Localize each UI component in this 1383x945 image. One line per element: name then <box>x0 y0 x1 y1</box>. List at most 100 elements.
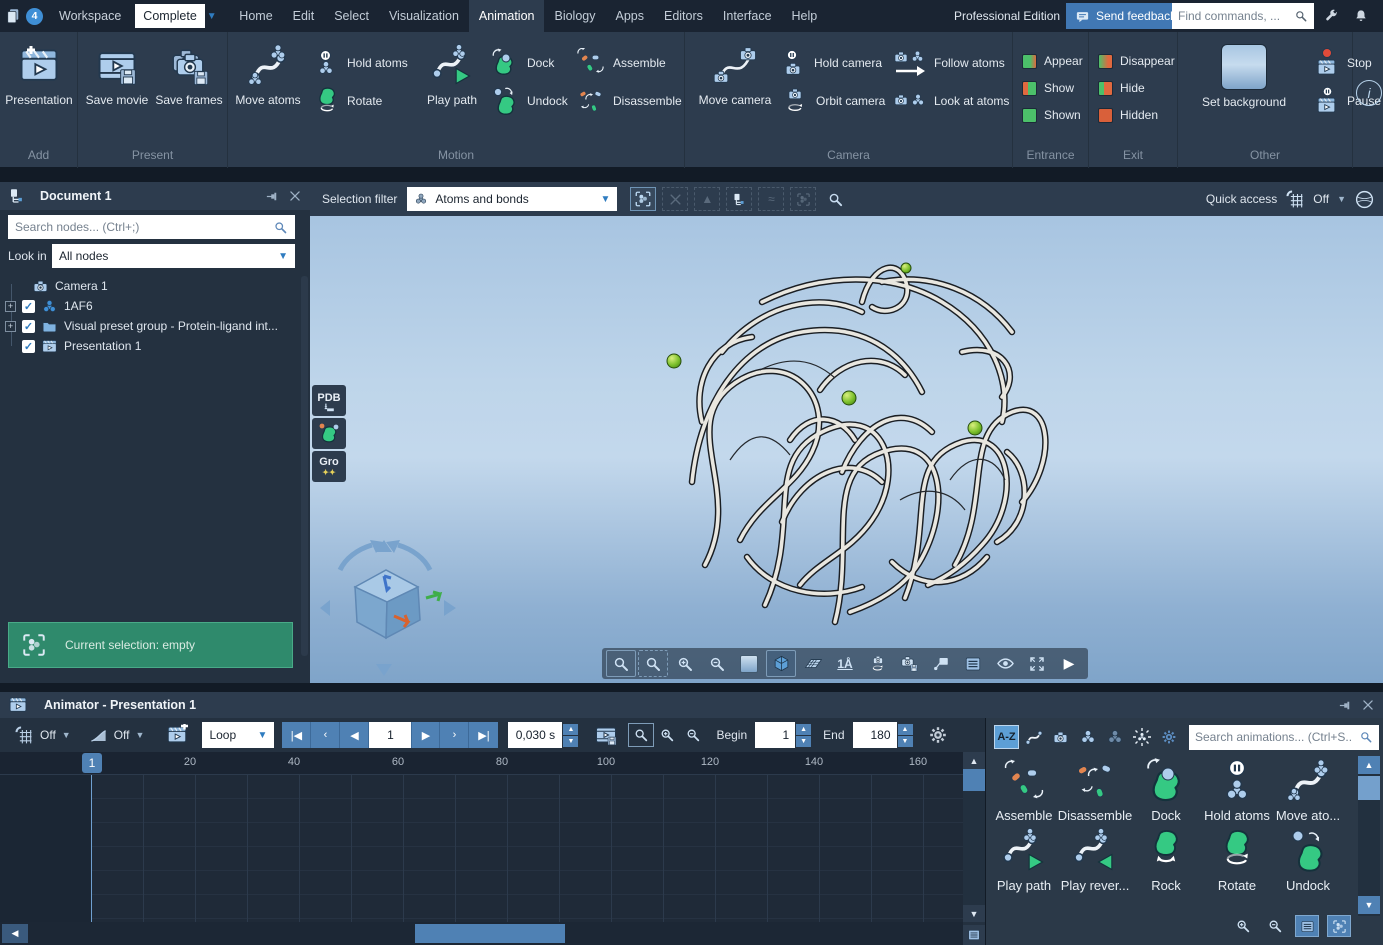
assemble-button[interactable]: Assemble <box>576 48 666 78</box>
deselect-button[interactable] <box>662 187 688 211</box>
workspace-select[interactable]: Complete ▼ <box>135 4 205 28</box>
move-atoms-button[interactable]: Move atoms <box>232 44 304 107</box>
filter-light-icon[interactable] <box>1129 725 1154 749</box>
tab-interface[interactable]: Interface <box>713 0 782 32</box>
tab-help[interactable]: Help <box>782 0 828 32</box>
document-panel-header[interactable]: Document 1 <box>0 182 310 210</box>
snapshot-button[interactable] <box>894 650 924 677</box>
timeline-grid[interactable] <box>0 775 963 922</box>
palette-graph-view-button[interactable] <box>1327 915 1351 937</box>
overlay-text-button[interactable] <box>958 650 988 677</box>
move-camera-button[interactable]: Move camera <box>695 44 775 107</box>
palette-item-move-atoms[interactable]: Move ato... <box>1275 758 1341 823</box>
palette-item-assemble[interactable]: Assemble <box>991 758 1057 823</box>
frame-time-spinner[interactable]: ▲▼ <box>563 724 578 747</box>
chevron-down-icon[interactable]: ▼ <box>1337 194 1346 204</box>
hold-atoms-button[interactable]: Hold atoms <box>314 48 408 78</box>
checkbox[interactable]: ✓ <box>22 300 35 313</box>
go-last-frame-button[interactable]: ▶| <box>469 722 498 748</box>
select-connected-button[interactable] <box>726 187 752 211</box>
rotate-button[interactable]: Rotate <box>314 86 382 116</box>
loop-mode-select[interactable]: Loop ▼ <box>202 722 274 748</box>
orientation-cube-button[interactable] <box>766 650 796 677</box>
animator-settings-gear-icon[interactable] <box>927 724 949 746</box>
ease-ramp-icon[interactable] <box>89 726 108 745</box>
sort-az-button[interactable]: A-Z <box>994 725 1019 749</box>
palette-item-play-reverse[interactable]: Play rever... <box>1062 828 1128 893</box>
checkbox[interactable]: ✓ <box>22 320 35 333</box>
shown-button[interactable]: Shown <box>1022 100 1081 130</box>
panel-scrollbar[interactable] <box>301 276 308 656</box>
fullscreen-button[interactable] <box>1022 650 1052 677</box>
palette-item-hold-atoms[interactable]: Hold atoms <box>1204 758 1270 823</box>
playhead-line[interactable] <box>91 775 92 922</box>
palette-item-rock[interactable]: Rock <box>1133 828 1199 893</box>
zoom-out-button[interactable] <box>702 650 732 677</box>
palette-list-view-button[interactable] <box>1295 915 1319 937</box>
save-movie-button[interactable]: Save movie <box>84 44 150 107</box>
snap-grid-icon[interactable] <box>1285 189 1305 209</box>
tree-item-1af6[interactable]: + ✓ 1AF6 <box>0 296 296 316</box>
go-first-frame-button[interactable]: |◀ <box>282 722 311 748</box>
annotation-button[interactable] <box>926 650 956 677</box>
zoom-in-button[interactable] <box>670 650 700 677</box>
stop-button[interactable]: Stop <box>1314 48 1372 78</box>
current-frame-field[interactable]: 1 <box>369 722 411 748</box>
pin-icon[interactable] <box>1338 698 1353 713</box>
expander-icon[interactable]: + <box>5 321 16 332</box>
search-icon[interactable] <box>273 220 288 235</box>
scroll-down-arrow[interactable]: ▼ <box>963 905 985 922</box>
select-up-button[interactable]: ▲ <box>694 187 720 211</box>
orbit-camera-button[interactable]: Orbit camera <box>781 86 885 116</box>
end-spinner[interactable]: ▲▼ <box>898 724 913 747</box>
snap-grid-icon[interactable] <box>14 725 34 745</box>
chevron-down-icon[interactable]: ▼ <box>136 730 145 740</box>
set-background-button[interactable]: Set background <box>1180 44 1308 109</box>
search-icon[interactable] <box>1359 730 1373 744</box>
step-back-button[interactable]: ◀ <box>340 722 369 748</box>
select-group-button[interactable] <box>790 187 816 211</box>
expander-icon[interactable]: + <box>5 301 16 312</box>
timeline-hscrollbar[interactable]: ◀ <box>0 922 963 945</box>
scale-1a-button[interactable]: 1Å <box>830 650 860 677</box>
timeline-zoom-fit-button[interactable] <box>628 723 654 747</box>
step-forward-button[interactable]: ▶ <box>411 722 440 748</box>
timeline-ruler[interactable]: 1 20 40 60 80 100 120 140 160 <box>0 752 963 775</box>
tab-apps[interactable]: Apps <box>605 0 654 32</box>
presentation-button[interactable]: Presentation <box>5 44 73 107</box>
search-animations-input[interactable] <box>1195 730 1353 744</box>
background-button[interactable] <box>734 650 764 677</box>
end-field[interactable]: 180 <box>853 722 897 748</box>
gromacs-button[interactable]: Gro✦✦ <box>312 451 346 482</box>
scroll-up-arrow[interactable]: ▲ <box>1358 756 1380 774</box>
tab-biology[interactable]: Biology <box>544 0 605 32</box>
tree-item-presentation[interactable]: ✓ Presentation 1 <box>0 336 296 356</box>
visibility-eye-button[interactable] <box>990 650 1020 677</box>
tab-home[interactable]: Home <box>229 0 282 32</box>
select-mode-button[interactable] <box>630 187 656 211</box>
scroll-left-arrow[interactable]: ◀ <box>2 924 28 943</box>
tab-select[interactable]: Select <box>324 0 379 32</box>
close-icon[interactable] <box>288 189 302 203</box>
scroll-thumb[interactable] <box>1358 776 1380 800</box>
begin-field[interactable]: 1 <box>755 722 795 748</box>
tab-visualization[interactable]: Visualization <box>379 0 469 32</box>
notifications-bell-icon[interactable] <box>1350 5 1372 27</box>
filter-groups-icon[interactable] <box>1102 725 1127 749</box>
play-button[interactable]: ▶ <box>1054 650 1084 677</box>
zoom-fit-button[interactable] <box>606 650 636 677</box>
timeline-zoom-out-button[interactable] <box>680 723 706 747</box>
palette-zoom-out-button[interactable] <box>1263 915 1287 937</box>
look-in-select[interactable]: All nodes ▼ <box>52 244 295 268</box>
palette-item-rotate[interactable]: Rotate <box>1204 828 1270 893</box>
send-feedback-button[interactable]: Send feedback <box>1066 3 1185 29</box>
zoom-selection-button[interactable] <box>638 650 668 677</box>
hidden-button[interactable]: Hidden <box>1098 100 1158 130</box>
dock-button[interactable]: Dock <box>490 48 554 78</box>
info-button[interactable]: i <box>1356 80 1382 106</box>
tree-item-visual-preset-group[interactable]: + ✓ Visual preset group - Protein-ligand… <box>0 316 296 336</box>
undock-button[interactable]: Undock <box>490 86 568 116</box>
add-keyframe-icon[interactable] <box>166 724 188 746</box>
close-icon[interactable] <box>1361 698 1375 712</box>
filter-settings-gear-icon[interactable] <box>1156 725 1181 749</box>
